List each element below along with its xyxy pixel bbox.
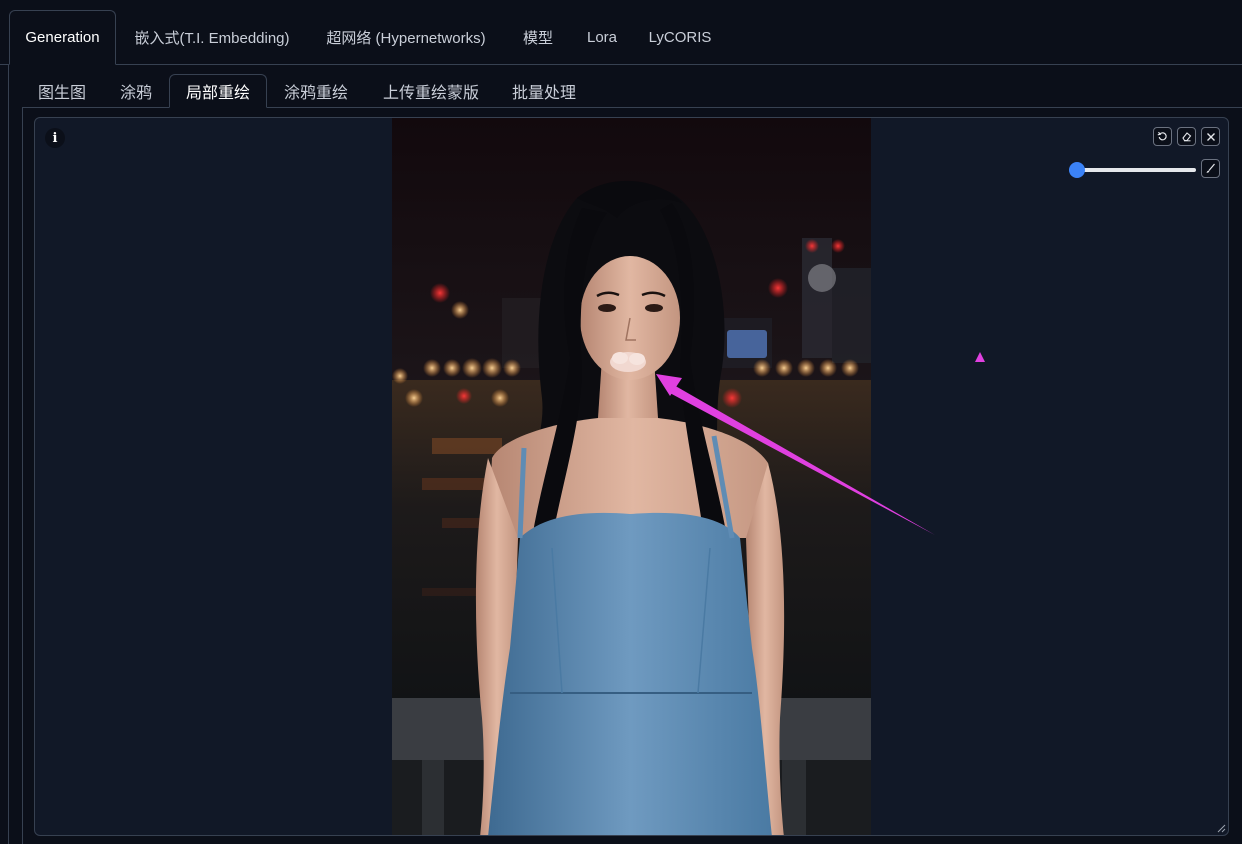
tab-models[interactable]: 模型 — [512, 10, 564, 64]
img2img-tab-bar: 图生图 涂鸦 局部重绘 涂鸦重绘 上传重绘蒙版 批量处理 — [22, 74, 1242, 108]
tab-ti-embedding[interactable]: 嵌入式(T.I. Embedding) — [122, 10, 302, 64]
eraser-icon[interactable] — [1177, 127, 1196, 146]
tab-sketch[interactable]: 涂鸦 — [106, 74, 166, 107]
tab-inpaint-sketch[interactable]: 涂鸦重绘 — [272, 74, 360, 107]
brush-icon[interactable] — [1201, 159, 1220, 178]
tab-generation[interactable]: Generation — [9, 10, 116, 65]
tab-lora[interactable]: Lora — [578, 10, 626, 64]
app-root: Generation 嵌入式(T.I. Embedding) 超网络 (Hype… — [0, 0, 1242, 844]
close-icon[interactable] — [1201, 127, 1220, 146]
info-icon[interactable]: i — [45, 128, 65, 148]
slider-track — [1069, 168, 1196, 172]
inpaint-image-editor[interactable]: i — [34, 117, 1229, 836]
tab-batch[interactable]: 批量处理 — [502, 74, 586, 107]
tab-inpaint-upload[interactable]: 上传重绘蒙版 — [372, 74, 490, 107]
tab-inpaint[interactable]: 局部重绘 — [169, 74, 267, 108]
slider-thumb[interactable] — [1069, 162, 1085, 178]
brush-size-slider[interactable] — [1069, 162, 1196, 178]
inpaint-source-image[interactable] — [392, 118, 871, 835]
photo-illustration — [392, 118, 871, 835]
tab-hypernetworks[interactable]: 超网络 (Hypernetworks) — [312, 10, 500, 64]
resize-handle-icon[interactable] — [1216, 823, 1226, 833]
undo-icon[interactable] — [1153, 127, 1172, 146]
tab-img2img[interactable]: 图生图 — [24, 74, 100, 107]
tab-lycoris[interactable]: LyCORIS — [640, 10, 720, 64]
main-tab-bar: Generation 嵌入式(T.I. Embedding) 超网络 (Hype… — [0, 0, 1242, 65]
